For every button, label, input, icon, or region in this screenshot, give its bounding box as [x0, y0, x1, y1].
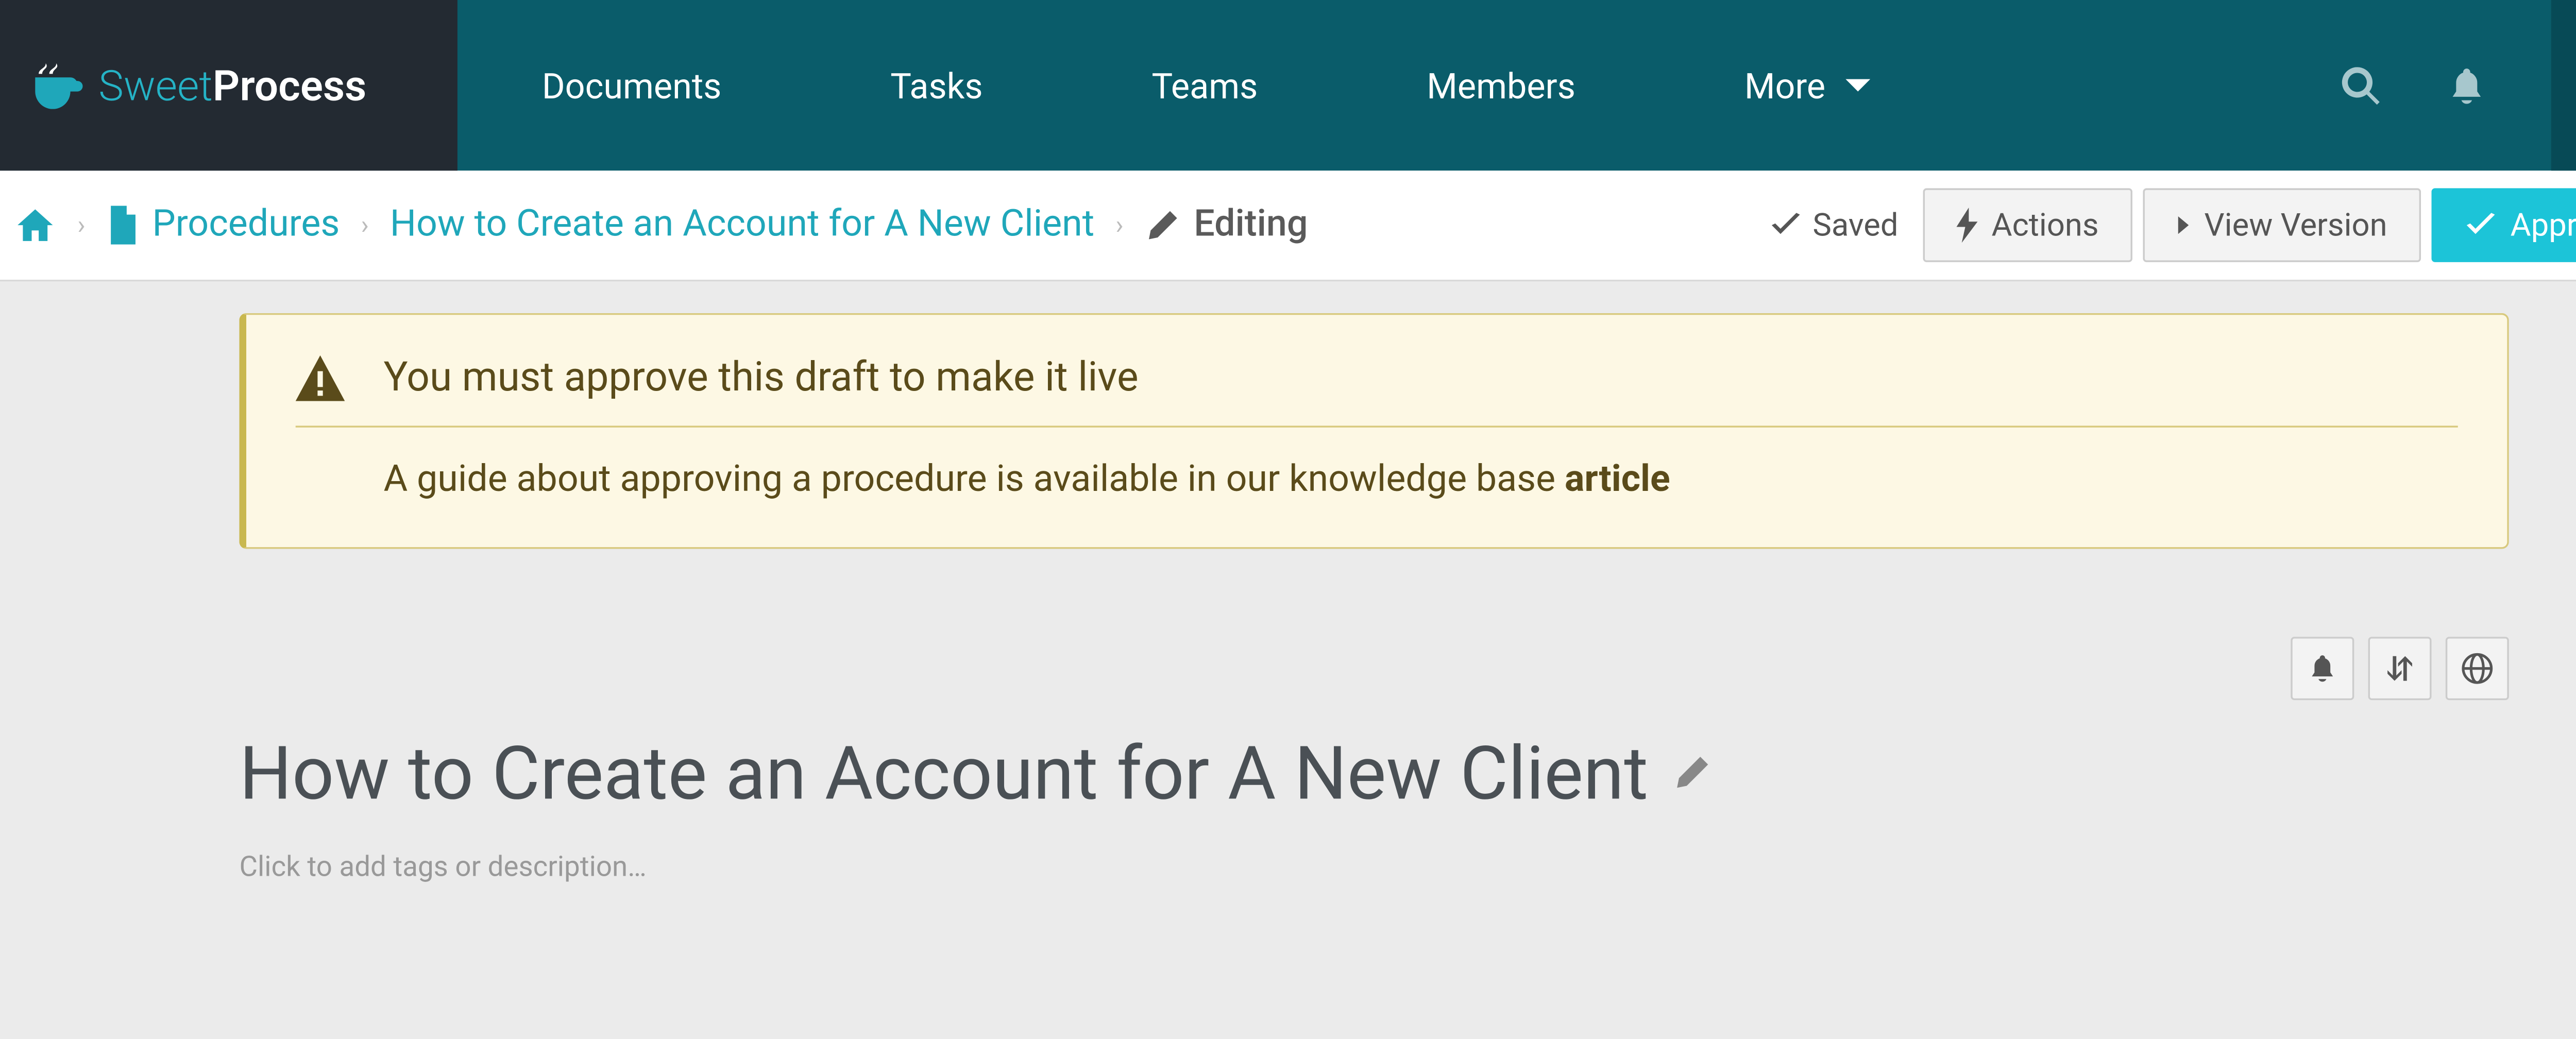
document-icon	[107, 206, 138, 245]
top-nav: SweetProcess Documents Tasks Teams Membe…	[0, 0, 2576, 171]
page-title-row: How to Create an Account for A New Clien…	[239, 732, 2509, 818]
approval-alert: You must approve this draft to make it l…	[239, 313, 2509, 549]
search-button[interactable]	[2308, 0, 2414, 171]
notifications-button[interactable]	[2414, 0, 2519, 171]
breadcrumb-editing: Editing	[1145, 204, 1308, 246]
alert-headline: You must approve this draft to make it l…	[296, 353, 2458, 427]
caret-right-icon	[2176, 215, 2190, 236]
warning-icon	[296, 354, 345, 400]
action-bar: Saved Actions View Version Approve	[1770, 188, 2576, 262]
content: You must approve this draft to make it l…	[239, 281, 2509, 953]
breadcrumb-separator: ›	[361, 209, 368, 241]
home-link[interactable]	[14, 206, 56, 245]
bell-icon	[2446, 64, 2488, 107]
logo-cup-icon	[28, 62, 88, 108]
saved-indicator: Saved	[1770, 207, 1898, 244]
logo-text: SweetProcess	[98, 61, 366, 110]
bell-icon	[2307, 653, 2338, 684]
home-icon	[14, 206, 56, 245]
breadcrumb-document-title[interactable]: How to Create an Account for A New Clien…	[390, 204, 1094, 246]
user-menu[interactable]: A	[2551, 0, 2576, 171]
check-icon	[2465, 213, 2496, 237]
actions-button[interactable]: Actions	[1923, 188, 2132, 262]
sort-icon	[2384, 653, 2415, 684]
chevron-down-icon	[1843, 77, 1871, 94]
edit-title-button[interactable]	[1673, 752, 1711, 798]
breadcrumb: › Procedures › How to Create an Account …	[14, 204, 1308, 246]
nav-tasks[interactable]: Tasks	[806, 0, 1067, 171]
public-button[interactable]	[2446, 637, 2509, 700]
breadcrumb-bar: › Procedures › How to Create an Account …	[0, 171, 2576, 281]
approve-button[interactable]: Approve	[2431, 188, 2576, 262]
pencil-icon	[1145, 208, 1180, 243]
pencil-icon	[1673, 752, 1711, 791]
reorder-button[interactable]	[2368, 637, 2432, 700]
check-icon	[1770, 213, 1802, 237]
alert-article-link[interactable]: article	[1565, 459, 1670, 501]
view-version-button[interactable]: View Version	[2143, 188, 2420, 262]
nav-documents[interactable]: Documents	[457, 0, 806, 171]
nav-teams[interactable]: Teams	[1067, 0, 1343, 171]
search-icon	[2338, 62, 2384, 108]
nav-right: A	[2308, 0, 2576, 171]
page-title: How to Create an Account for A New Clien…	[239, 732, 1648, 818]
nav-items: Documents Tasks Teams Members More	[457, 0, 1956, 171]
globe-icon	[2462, 653, 2493, 684]
title-action-row	[239, 637, 2509, 700]
tags-description-input[interactable]: Click to add tags or description…	[239, 849, 2509, 883]
breadcrumb-separator: ›	[1115, 209, 1123, 241]
breadcrumb-separator: ›	[77, 209, 85, 241]
alert-body: A guide about approving a procedure is a…	[296, 459, 2458, 501]
content-scroll: You must approve this draft to make it l…	[0, 281, 2576, 953]
nav-members[interactable]: Members	[1342, 0, 1660, 171]
breadcrumb-procedures[interactable]: Procedures	[107, 204, 340, 246]
notify-button[interactable]	[2291, 637, 2354, 700]
logo[interactable]: SweetProcess	[0, 0, 457, 171]
bolt-icon	[1956, 208, 1977, 243]
nav-more[interactable]: More	[1660, 0, 1956, 171]
